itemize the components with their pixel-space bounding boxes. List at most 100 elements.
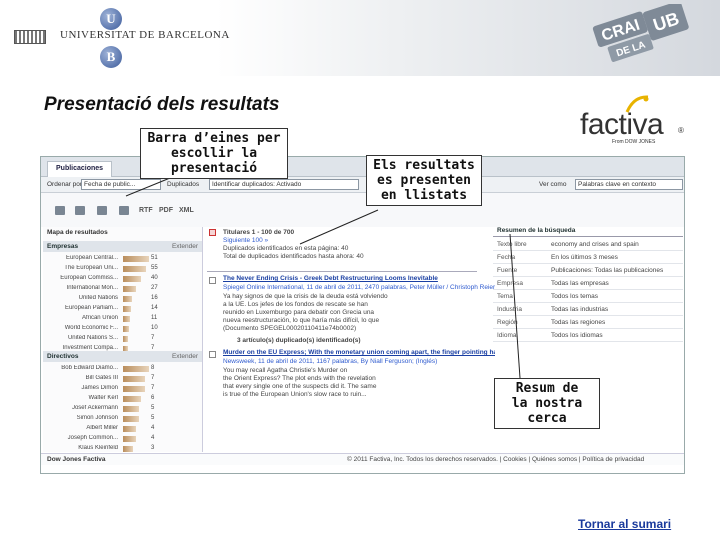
xml-button[interactable]: XML <box>179 207 194 214</box>
facet-bar <box>123 406 139 412</box>
facet-row[interactable]: Simon Johnson 5 <box>43 415 202 423</box>
summary-key: Idioma <box>497 332 517 339</box>
facet-name[interactable]: International Mon... <box>41 285 118 291</box>
result-title[interactable]: Murder on the EU Express; With the monet… <box>223 349 495 356</box>
list-callout: Els resultats es presenten en llistats <box>366 155 482 206</box>
facet-row[interactable]: Walter Kerl 6 <box>43 395 202 403</box>
result-source: Spiegel Online International, 11 de abri… <box>223 284 495 291</box>
duplicates-toggle[interactable]: 3 artículo(s) duplicado(s) identificado(… <box>237 337 509 344</box>
companies-section-header[interactable]: Empresas Extender <box>43 241 202 252</box>
facet-bar <box>123 386 145 392</box>
result-snippet-line: reunido en Luxemburgo para debatir con G… <box>223 309 375 316</box>
facet-name[interactable]: European Central... <box>41 255 118 261</box>
toolbar: RTF PDF XML <box>41 193 684 227</box>
summary-value: Todos los idiomas <box>551 332 603 339</box>
ub-letter-u: U <box>100 8 122 30</box>
tab-publicaciones[interactable]: Publicaciones <box>47 161 113 177</box>
callout-line: es presenten <box>377 173 471 188</box>
note-icon[interactable] <box>97 206 107 215</box>
facet-count: 40 <box>151 275 158 281</box>
facet-name[interactable]: Klaus Kleinfeld <box>41 445 118 451</box>
divider <box>207 271 477 272</box>
duplicates-page-count: Duplicados identificados en esta página:… <box>223 245 349 252</box>
facet-row[interactable]: European Central... 51 <box>43 255 202 263</box>
facet-row[interactable]: World Economic F... 10 <box>43 325 202 333</box>
facet-bar <box>123 426 136 432</box>
facet-row[interactable]: Bob Edward Diamo... 8 <box>43 365 202 373</box>
university-name: UNIVERSITAT DE BARCELONA <box>60 29 230 41</box>
facet-row[interactable]: United Nations 16 <box>43 295 202 303</box>
rtf-button[interactable]: RTF <box>139 207 153 214</box>
view-select[interactable]: Palabras clave en contexto <box>575 179 683 190</box>
facet-row[interactable]: Klaus Kleinfeld 3 <box>43 445 202 453</box>
email-icon[interactable] <box>75 206 85 215</box>
facet-name[interactable]: Simon Johnson <box>41 415 118 421</box>
back-to-summary-link[interactable]: Tornar al sumari <box>578 517 671 531</box>
facet-count: 7 <box>151 375 155 381</box>
facet-name[interactable]: Albert Miller <box>41 425 118 431</box>
result-title[interactable]: The Never Ending Crisis - Greek Debt Res… <box>223 275 495 282</box>
results-map-heading: Mapa de resultados <box>47 229 108 236</box>
companies-title: Empresas <box>47 243 79 250</box>
callout-line: Barra d’eines per <box>147 131 281 146</box>
facet-name[interactable]: Bill Gates III <box>41 375 118 381</box>
companies-extend-link[interactable]: Extender <box>172 243 198 250</box>
sort-select[interactable]: Fecha de public... <box>81 179 161 190</box>
callout-line: Resum de <box>515 381 579 396</box>
select-all-checkbox[interactable] <box>209 229 216 236</box>
save-icon[interactable] <box>119 206 129 215</box>
result-checkbox[interactable] <box>209 277 216 284</box>
facet-name[interactable]: James Dimon <box>41 385 118 391</box>
eye-icon[interactable] <box>55 206 65 215</box>
footer-brand: Dow Jones Factiva <box>47 456 106 463</box>
facet-name[interactable]: African Union <box>41 315 118 321</box>
toolbar-callout: Barra d’eines per escollir la presentaci… <box>140 128 288 179</box>
facet-row[interactable]: Albert Miller 4 <box>43 425 202 433</box>
callout-line: la nostra <box>511 396 583 411</box>
result-snippet-line: a la UE. Los jefes de los fondos de resc… <box>223 301 368 308</box>
facet-name[interactable]: United Nations <box>41 295 118 301</box>
facet-row[interactable]: African Union 11 <box>43 315 202 323</box>
pdf-button[interactable]: PDF <box>159 207 173 214</box>
facet-row[interactable]: European Parliam... 14 <box>43 305 202 313</box>
result-snippet-line: nueva reestructuración, lo que haría más… <box>223 317 380 324</box>
facet-count: 6 <box>151 395 155 401</box>
crai-ub-logo: CRAI UB DE LA <box>592 4 689 62</box>
facet-row[interactable]: United Nations S... 7 <box>43 335 202 343</box>
facet-row[interactable]: Josef Ackermann 5 <box>43 405 202 413</box>
result-checkbox[interactable] <box>209 351 216 358</box>
facet-bar <box>123 266 146 272</box>
facet-count: 11 <box>151 315 158 321</box>
result-snippet-line: is true of the European Union's slow rac… <box>223 391 367 398</box>
next-page-link[interactable]: Siguiente 100 » <box>223 237 495 244</box>
duplicates-select[interactable]: Identificar duplicados: Activado <box>209 179 359 190</box>
facet-row[interactable]: James Dimon 7 <box>43 385 202 393</box>
facet-count: 10 <box>151 325 158 331</box>
facet-bar <box>123 326 129 332</box>
facet-bar <box>123 296 132 302</box>
people-extend-link[interactable]: Extender <box>172 353 198 360</box>
facet-row[interactable]: Bill Gates III 7 <box>43 375 202 383</box>
facet-row[interactable]: The European Uni... 55 <box>43 265 202 273</box>
people-title: Directivos <box>47 353 79 360</box>
factiva-subtitle: From DOW JONES <box>612 139 656 145</box>
facet-name[interactable]: United Nations S... <box>41 335 118 341</box>
facet-count: 7 <box>151 385 155 391</box>
facet-name[interactable]: Joseph Common... <box>41 435 118 441</box>
summary-value: Todas las empresas <box>551 280 609 287</box>
facet-row[interactable]: Joseph Common... 4 <box>43 435 202 443</box>
facet-name[interactable]: Walter Kerl <box>41 395 118 401</box>
result-document-id: (Documento SPEGEL00020110411e74b0002) <box>223 325 357 332</box>
footer-links[interactable]: © 2011 Factiva, Inc. Todos los derechos … <box>347 456 644 463</box>
facet-name[interactable]: Bob Edward Diamo... <box>41 365 118 371</box>
facet-name[interactable]: European Commiss... <box>41 275 118 281</box>
facet-name[interactable]: Josef Ackermann <box>41 405 118 411</box>
facet-name[interactable]: European Parliam... <box>41 305 118 311</box>
summary-row: Texto libre economy and crises and spain <box>493 239 683 251</box>
summary-key: Región <box>497 319 518 326</box>
facet-row[interactable]: International Mon... 27 <box>43 285 202 293</box>
facet-name[interactable]: The European Uni... <box>41 265 118 271</box>
facet-name[interactable]: World Economic F... <box>41 325 118 331</box>
people-section-header[interactable]: Directivos Extender <box>43 351 202 362</box>
facet-row[interactable]: European Commiss... 40 <box>43 275 202 283</box>
